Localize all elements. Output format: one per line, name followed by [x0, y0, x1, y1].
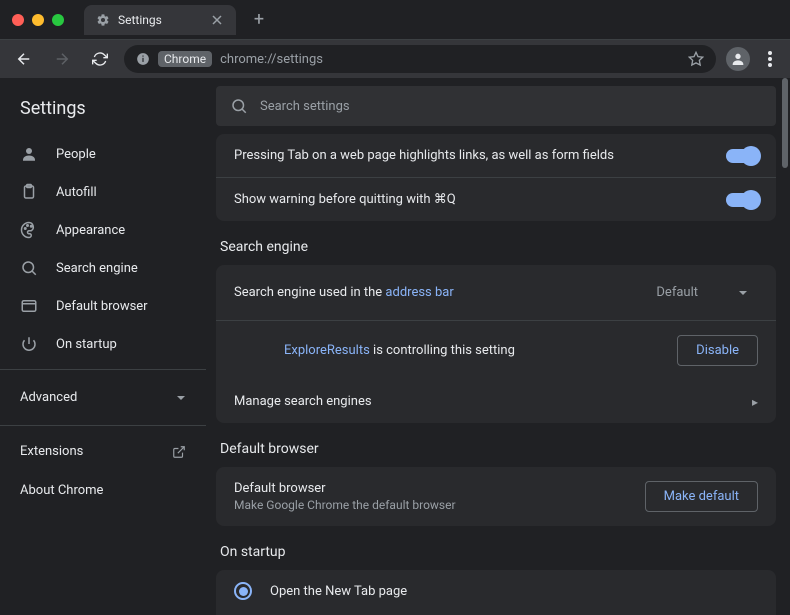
- manage-search-engines-row[interactable]: Manage search engines ▸: [216, 380, 776, 423]
- sidebar-item-label: Search engine: [56, 261, 138, 276]
- default-browser-card: Default browser Make Google Chrome the d…: [216, 467, 776, 526]
- chevron-down-icon: [176, 393, 186, 403]
- forward-button[interactable]: [48, 45, 76, 73]
- search-engine-card: Search engine used in the address bar De…: [216, 265, 776, 423]
- main-content: Pressing Tab on a web page highlights li…: [206, 78, 790, 615]
- radio-label: Open the New Tab page: [270, 584, 407, 599]
- accessibility-card: Pressing Tab on a web page highlights li…: [216, 134, 776, 221]
- extension-controlling-row: ExploreResults is controlling this setti…: [216, 320, 776, 380]
- tab-highlight-row: Pressing Tab on a web page highlights li…: [216, 134, 776, 177]
- sidebar-about-link[interactable]: About Chrome: [0, 471, 206, 510]
- gear-icon: [96, 13, 110, 27]
- tab-highlight-toggle[interactable]: [726, 149, 758, 163]
- sidebar-item-appearance[interactable]: Appearance: [0, 211, 206, 249]
- reload-button[interactable]: [86, 45, 114, 73]
- divider: [0, 425, 206, 426]
- select-value: Default: [656, 285, 698, 300]
- sidebar-item-autofill[interactable]: Autofill: [0, 173, 206, 211]
- on-startup-card: Open the New Tab page Continue where you…: [216, 570, 776, 615]
- disable-extension-button[interactable]: Disable: [677, 335, 758, 366]
- tab-title: Settings: [118, 13, 162, 27]
- row-title: Default browser: [234, 481, 456, 496]
- scrollbar-thumb[interactable]: [782, 78, 788, 168]
- page-title: Settings: [0, 88, 206, 135]
- person-icon: [20, 145, 38, 163]
- row-label: Show warning before quitting with ⌘Q: [234, 192, 456, 207]
- row-subtitle: Make Google Chrome the default browser: [234, 498, 456, 512]
- about-label: About Chrome: [20, 483, 103, 498]
- divider: [0, 369, 206, 370]
- clipboard-icon: [20, 183, 38, 201]
- on-startup-section-title: On startup: [220, 544, 776, 560]
- extensions-label: Extensions: [20, 444, 83, 459]
- search-engine-section-title: Search engine: [220, 239, 776, 255]
- bookmark-star-icon[interactable]: [688, 51, 704, 67]
- search-input[interactable]: [260, 99, 762, 114]
- address-bar-link[interactable]: address bar: [385, 285, 453, 300]
- browser-icon: [20, 297, 38, 315]
- default-browser-section-title: Default browser: [220, 441, 776, 457]
- window-titlebar: Settings +: [0, 0, 790, 40]
- extension-name-link[interactable]: ExploreResults: [284, 343, 370, 358]
- sidebar: Settings People Autofill Appearance Sear…: [0, 78, 206, 615]
- url-scheme-badge: Chrome: [158, 51, 212, 67]
- maximize-window-button[interactable]: [52, 14, 64, 26]
- sidebar-item-search-engine[interactable]: Search engine: [0, 249, 206, 287]
- row-label: Pressing Tab on a web page highlights li…: [234, 148, 614, 163]
- sidebar-item-default-browser[interactable]: Default browser: [0, 287, 206, 325]
- sidebar-item-label: People: [56, 147, 96, 162]
- controlling-suffix: is controlling this setting: [373, 343, 515, 358]
- sidebar-item-label: On startup: [56, 337, 117, 352]
- search-engine-select[interactable]: Default: [646, 279, 758, 306]
- row-label: Manage search engines: [234, 394, 372, 409]
- sidebar-item-label: Default browser: [56, 299, 148, 314]
- radio-button[interactable]: [234, 582, 252, 600]
- sidebar-item-label: Appearance: [56, 223, 125, 238]
- traffic-lights: [12, 14, 64, 26]
- make-default-button[interactable]: Make default: [645, 481, 758, 512]
- quit-warning-toggle[interactable]: [726, 193, 758, 207]
- startup-option-new-tab[interactable]: Open the New Tab page: [216, 570, 776, 612]
- search-icon: [230, 97, 248, 115]
- back-button[interactable]: [10, 45, 38, 73]
- chevron-down-icon: [738, 288, 748, 298]
- row-label: Search engine used in the address bar: [234, 285, 454, 300]
- controlling-text: ExploreResults is controlling this setti…: [234, 343, 677, 358]
- default-browser-row: Default browser Make Google Chrome the d…: [216, 467, 776, 526]
- close-window-button[interactable]: [12, 14, 24, 26]
- address-bar[interactable]: Chrome chrome://settings: [124, 45, 716, 73]
- search-engine-used-row: Search engine used in the address bar De…: [216, 265, 776, 320]
- sidebar-item-people[interactable]: People: [0, 135, 206, 173]
- close-tab-button[interactable]: [210, 13, 224, 27]
- browser-tab[interactable]: Settings: [84, 5, 236, 35]
- sidebar-item-on-startup[interactable]: On startup: [0, 325, 206, 363]
- palette-icon: [20, 221, 38, 239]
- quit-warning-row: Show warning before quitting with ⌘Q: [216, 177, 776, 221]
- sidebar-advanced-toggle[interactable]: Advanced: [0, 376, 206, 419]
- minimize-window-button[interactable]: [32, 14, 44, 26]
- power-icon: [20, 335, 38, 353]
- sidebar-extensions-link[interactable]: Extensions: [0, 432, 206, 471]
- url-text: chrome://settings: [220, 52, 323, 67]
- scrollbar[interactable]: [782, 78, 788, 615]
- row-label-text: Search engine used in the: [234, 285, 382, 300]
- new-tab-button[interactable]: +: [254, 9, 264, 30]
- search-settings-field[interactable]: [216, 86, 776, 126]
- site-info-icon[interactable]: [136, 52, 150, 66]
- profile-avatar[interactable]: [726, 47, 750, 71]
- kebab-menu-icon[interactable]: [760, 45, 780, 73]
- sidebar-item-label: Autofill: [56, 185, 97, 200]
- external-link-icon: [172, 445, 186, 459]
- search-icon: [20, 259, 38, 277]
- chevron-right-icon: ▸: [752, 395, 758, 409]
- advanced-label: Advanced: [20, 390, 77, 405]
- toolbar: Chrome chrome://settings: [0, 40, 790, 78]
